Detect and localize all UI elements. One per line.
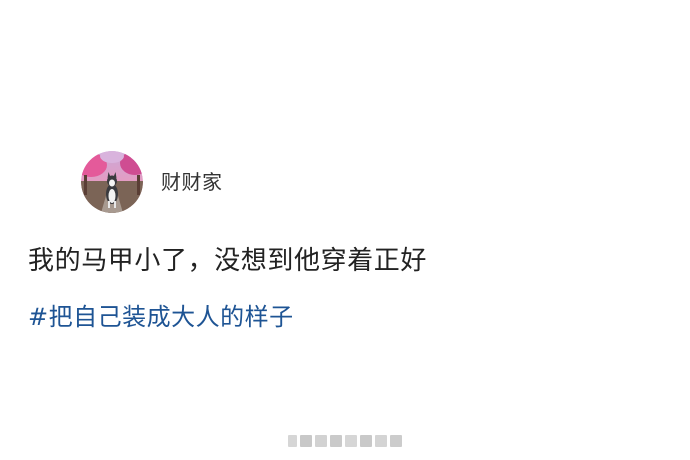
username[interactable]: 财财家 xyxy=(161,172,223,192)
post-text: 我的马甲小了，没想到他穿着正好 xyxy=(28,246,428,276)
avatar[interactable] xyxy=(81,151,143,213)
hashtag-link[interactable]: #把自己装成大人的样子 xyxy=(28,303,294,332)
post-header: 财财家 xyxy=(81,151,223,213)
watermark-icon xyxy=(288,435,402,447)
